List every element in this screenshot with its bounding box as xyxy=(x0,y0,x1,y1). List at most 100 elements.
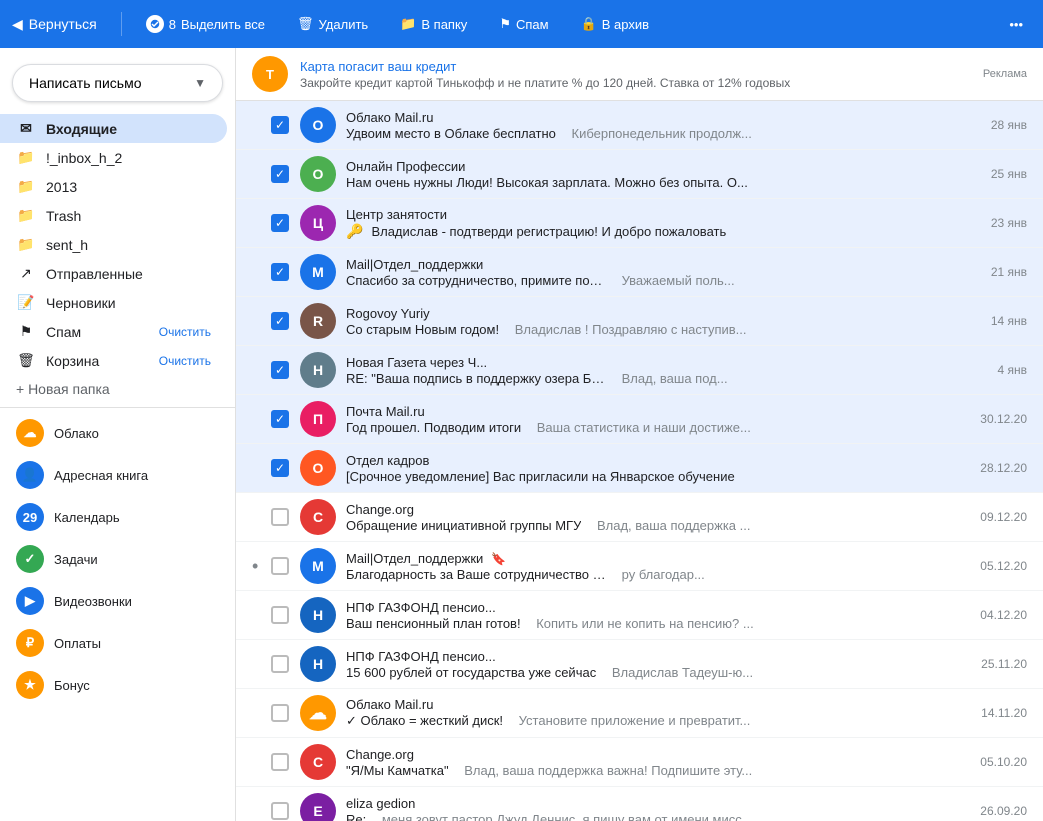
table-row[interactable]: ✓ О Облако Mail.ru Удвоим место в Облаке… xyxy=(236,101,1043,150)
checkbox[interactable]: ✓ xyxy=(270,360,290,380)
table-row[interactable]: Н НПФ ГАЗФОНД пенсио... 15 600 рублей от… xyxy=(236,640,1043,689)
subject-preview-separator xyxy=(612,273,616,288)
checkbox[interactable]: ✓ xyxy=(270,115,290,135)
ad-avatar: Т xyxy=(252,56,288,92)
sidebar-item-y2013[interactable]: 📁 2013 xyxy=(0,172,227,201)
sender-name: Rogovoy Yuriy xyxy=(346,306,430,321)
delete-button[interactable]: 🗑 Удалить xyxy=(289,12,376,36)
checkbox[interactable] xyxy=(270,703,290,723)
checkbox[interactable] xyxy=(270,752,290,772)
new-folder-button[interactable]: + Новая папка xyxy=(0,375,235,403)
sidebar-item-trash2[interactable]: 🗑 Корзина Очистить xyxy=(0,346,227,375)
select-all-button[interactable]: 8 Выделить все xyxy=(138,11,273,37)
sidebar-item-inbox[interactable]: ✉ Входящие xyxy=(0,114,227,143)
ad-title[interactable]: Карта погасит ваш кредит xyxy=(300,59,971,74)
checkbox[interactable]: ✓ xyxy=(270,213,290,233)
checkbox[interactable] xyxy=(270,605,290,625)
folder-button[interactable]: 📁 В папку xyxy=(392,12,475,36)
select-all-label: Выделить все xyxy=(181,17,265,32)
email-date: 26.09.20 xyxy=(980,804,1027,818)
email-preview: Владислав Тадеуш-ю... xyxy=(612,665,971,680)
table-row[interactable]: • M Mail|Отдел_поддержки 🔖 Благодарность… xyxy=(236,542,1043,591)
table-row[interactable]: ✓ П Почта Mail.ru Год прошел. Подводим и… xyxy=(236,395,1043,444)
table-row[interactable]: ✓ Н Новая Газета через Ч... RE: "Ваша по… xyxy=(236,346,1043,395)
app-item-video[interactable]: ▶ Видеозвонки xyxy=(0,580,235,622)
table-row[interactable]: ✓ Ц Центр занятости 🔑 Владислав - подтве… xyxy=(236,199,1043,248)
checkbox[interactable]: ✓ xyxy=(270,262,290,282)
more-button[interactable]: ••• xyxy=(1001,13,1031,36)
spam-button[interactable]: ⚑ Спам xyxy=(491,12,556,36)
app-item-bonus[interactable]: ★ Бонус xyxy=(0,664,235,706)
checkbox-checked-icon: ✓ xyxy=(271,165,289,183)
spam-icon: ⚑ xyxy=(499,16,511,32)
table-row[interactable]: ✓ О Онлайн Профессии Нам очень нужны Люд… xyxy=(236,150,1043,199)
nav-icon-drafts: 📝 xyxy=(16,294,36,311)
checkbox[interactable] xyxy=(270,507,290,527)
email-body: Отдел кадров [Срочное уведомление] Вас п… xyxy=(346,453,970,484)
sidebar-item-sent[interactable]: ↗ Отправленные xyxy=(0,259,227,288)
archive-button[interactable]: 🔒 В архив xyxy=(573,12,657,36)
app-item-tasks[interactable]: ✓ Задачи xyxy=(0,538,235,580)
table-row[interactable]: C Change.org "Я/Мы Камчатка" Влад, ваша … xyxy=(236,738,1043,787)
checkbox[interactable] xyxy=(270,801,290,821)
back-arrow-icon: ◀ xyxy=(12,16,23,33)
avatar: R xyxy=(300,303,336,339)
checkbox[interactable] xyxy=(270,654,290,674)
sidebar-item-sent_h[interactable]: 📁 sent_h xyxy=(0,230,227,259)
checkbox-checked-icon: ✓ xyxy=(271,312,289,330)
nav-action-spam[interactable]: Очистить xyxy=(159,325,211,339)
email-preview: Копить или не копить на пенсию? ... xyxy=(536,616,970,631)
email-subject: RE: "Ваша подпись в поддержку озера Байк… xyxy=(346,371,606,386)
compose-label: Написать письмо xyxy=(29,75,141,91)
compose-chevron-icon: ▼ xyxy=(194,76,206,90)
app-item-cloud[interactable]: ☁ Облако xyxy=(0,412,235,454)
compose-button[interactable]: Написать письмо ▼ xyxy=(12,64,223,102)
email-subject: Благодарность за Ваше сотрудничество и п… xyxy=(346,567,606,582)
email-preview: ру благодар... xyxy=(622,567,971,582)
table-row[interactable]: Н НПФ ГАЗФОНД пенсио... Ваш пенсионный п… xyxy=(236,591,1043,640)
nav-action-trash2[interactable]: Очистить xyxy=(159,354,211,368)
table-row[interactable]: ✓ R Rogovoy Yuriy Со старым Новым годом!… xyxy=(236,297,1043,346)
sidebar-item-trash[interactable]: 📁 Trash xyxy=(0,201,227,230)
table-row[interactable]: E eliza gedion Re: меня зовут пастор Джу… xyxy=(236,787,1043,821)
email-preview: Установите приложение и превратит... xyxy=(519,713,972,728)
checkbox-checked-icon: ✓ xyxy=(271,410,289,428)
app-item-contacts[interactable]: 👤 Адресная книга xyxy=(0,454,235,496)
checkbox[interactable]: ✓ xyxy=(270,164,290,184)
checkbox[interactable] xyxy=(270,556,290,576)
email-preview: Влад, ваша поддержка ... xyxy=(597,518,970,533)
app-label-contacts: Адресная книга xyxy=(54,468,148,483)
app-item-payments[interactable]: ₽ Оплаты xyxy=(0,622,235,664)
checkbox[interactable]: ✓ xyxy=(270,311,290,331)
table-row[interactable]: ✓ О Отдел кадров [Срочное уведомление] В… xyxy=(236,444,1043,493)
email-body: eliza gedion Re: меня зовут пастор Джуд … xyxy=(346,796,970,821)
back-label: Вернуться xyxy=(29,16,97,32)
email-body: Новая Газета через Ч... RE: "Ваша подпис… xyxy=(346,355,987,386)
table-row[interactable]: ✓ M Mail|Отдел_поддержки Спасибо за сотр… xyxy=(236,248,1043,297)
app-label-tasks: Задачи xyxy=(54,552,98,567)
avatar: C xyxy=(300,499,336,535)
spam-label: Спам xyxy=(516,17,549,32)
email-date: 05.10.20 xyxy=(980,755,1027,769)
table-row[interactable]: ☁ Облако Mail.ru ✓ Облако = жесткий диск… xyxy=(236,689,1043,738)
sidebar-item-spam[interactable]: ⚑ Спам Очистить xyxy=(0,317,227,346)
selected-count xyxy=(146,15,164,33)
bookmark-icon: 🔖 xyxy=(491,552,506,566)
email-preview: Влад, ваша поддержка важна! Подпишите эт… xyxy=(464,763,970,778)
back-button[interactable]: ◀ Вернуться xyxy=(12,16,97,33)
app-label-video: Видеозвонки xyxy=(54,594,132,609)
table-row[interactable]: C Change.org Обращение инициативной груп… xyxy=(236,493,1043,542)
sidebar-item-drafts[interactable]: 📝 Черновики xyxy=(0,288,227,317)
nav-label-sent: Отправленные xyxy=(46,266,211,282)
email-subject: Ваш пенсионный план готов! xyxy=(346,616,521,631)
sidebar-item-inbox_h2[interactable]: 📁 !_inbox_h_2 xyxy=(0,143,227,172)
email-body: НПФ ГАЗФОНД пенсио... Ваш пенсионный пла… xyxy=(346,600,970,631)
checkbox[interactable]: ✓ xyxy=(270,458,290,478)
checkbox[interactable]: ✓ xyxy=(270,409,290,429)
email-subject: Спасибо за сотрудничество, примите подар… xyxy=(346,273,606,288)
sender-name: Почта Mail.ru xyxy=(346,404,425,419)
app-item-calendar[interactable]: 29 Календарь xyxy=(0,496,235,538)
subject-preview-separator xyxy=(372,812,376,821)
checkbox-unchecked-icon xyxy=(271,802,289,820)
folder-icon: 📁 xyxy=(400,16,416,32)
